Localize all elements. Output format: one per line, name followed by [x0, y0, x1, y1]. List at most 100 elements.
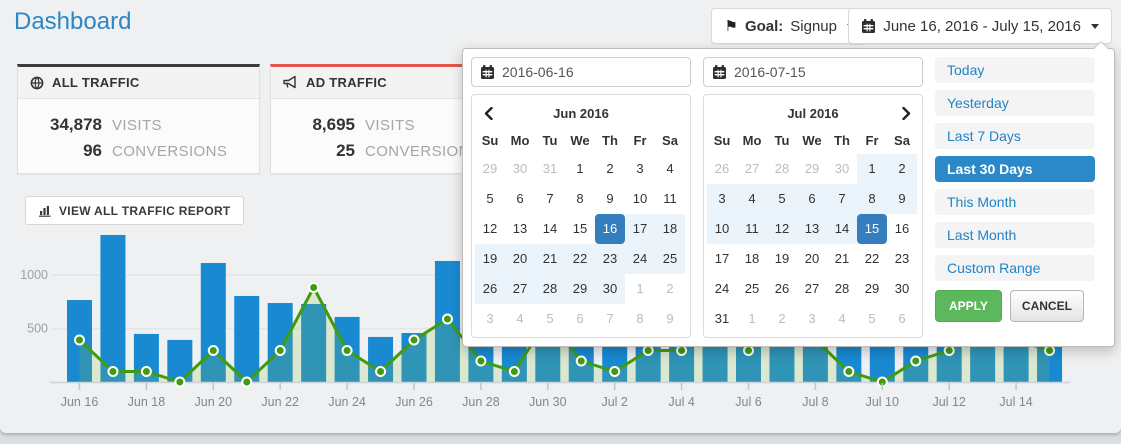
calendar-day-cell[interactable]: 28	[535, 274, 565, 304]
chart-point[interactable]	[1045, 346, 1054, 355]
chart-point[interactable]	[376, 367, 385, 376]
calendar-day-cell[interactable]: 5	[857, 304, 887, 334]
calendar-day-cell[interactable]: 8	[625, 304, 655, 334]
calendar-day-cell[interactable]: 12	[767, 214, 797, 244]
calendar-day-cell[interactable]: 8	[565, 184, 595, 214]
calendar-day-cell[interactable]: 18	[737, 244, 767, 274]
range-option-last-7-days[interactable]: Last 7 Days	[935, 123, 1095, 149]
calendar-day-cell[interactable]: 29	[857, 274, 887, 304]
calendar-day-cell[interactable]: 7	[827, 184, 857, 214]
range-option-today[interactable]: Today	[935, 57, 1095, 83]
calendar-day-cell[interactable]: 24	[707, 274, 737, 304]
calendar-day-cell[interactable]: 26	[707, 154, 737, 184]
calendar-day-cell[interactable]: 3	[797, 304, 827, 334]
calendar-day-cell[interactable]: 11	[737, 214, 767, 244]
chart-point[interactable]	[276, 346, 285, 355]
calendar-day-cell[interactable]: 27	[737, 154, 767, 184]
calendar-day-cell[interactable]: 16	[595, 214, 625, 244]
chart-point[interactable]	[744, 346, 753, 355]
chart-point[interactable]	[175, 378, 184, 387]
calendar-day-cell[interactable]: 4	[737, 184, 767, 214]
calendar-day-cell[interactable]: 4	[827, 304, 857, 334]
calendar-day-cell[interactable]: 13	[797, 214, 827, 244]
calendar-day-cell[interactable]: 24	[625, 244, 655, 274]
calendar-day-cell[interactable]: 23	[595, 244, 625, 274]
calendar-day-cell[interactable]: 5	[767, 184, 797, 214]
calendar-day-cell[interactable]: 2	[767, 304, 797, 334]
calendar-day-cell[interactable]: 3	[707, 184, 737, 214]
prev-month-button[interactable]	[475, 100, 501, 126]
range-option-yesterday[interactable]: Yesterday	[935, 90, 1095, 116]
calendar-day-cell[interactable]: 6	[797, 184, 827, 214]
chart-point[interactable]	[443, 315, 452, 324]
calendar-day-cell[interactable]: 25	[737, 274, 767, 304]
calendar-day-cell[interactable]: 21	[827, 244, 857, 274]
calendar-day-cell[interactable]: 18	[655, 214, 685, 244]
calendar-day-cell[interactable]: 30	[827, 154, 857, 184]
apply-button[interactable]: APPLY	[935, 290, 1002, 322]
chart-point[interactable]	[610, 367, 619, 376]
range-option-custom-range[interactable]: Custom Range	[935, 255, 1095, 281]
chart-point[interactable]	[343, 346, 352, 355]
date-range-button[interactable]: June 16, 2016 - July 15, 2016	[848, 8, 1112, 44]
calendar-day-cell[interactable]: 7	[595, 304, 625, 334]
calendar-day-cell[interactable]: 6	[887, 304, 917, 334]
calendar-day-cell[interactable]: 29	[797, 154, 827, 184]
calendar-day-cell[interactable]: 25	[655, 244, 685, 274]
calendar-day-cell[interactable]: 23	[887, 244, 917, 274]
calendar-day-cell[interactable]: 26	[767, 274, 797, 304]
calendar-day-cell[interactable]: 5	[475, 184, 505, 214]
calendar-day-cell[interactable]: 29	[475, 154, 505, 184]
start-date-input[interactable]	[472, 58, 690, 86]
calendar-day-cell[interactable]: 20	[797, 244, 827, 274]
chart-bar[interactable]	[100, 235, 125, 382]
calendar-day-cell[interactable]: 1	[857, 154, 887, 184]
calendar-day-cell[interactable]: 27	[797, 274, 827, 304]
range-option-last-30-days[interactable]: Last 30 Days	[935, 156, 1095, 182]
calendar-day-cell[interactable]: 13	[505, 214, 535, 244]
chart-point[interactable]	[677, 346, 686, 355]
calendar-day-cell[interactable]: 4	[505, 304, 535, 334]
calendar-day-cell[interactable]: 31	[707, 304, 737, 334]
calendar-day-cell[interactable]: 1	[737, 304, 767, 334]
calendar-day-cell[interactable]: 22	[565, 244, 595, 274]
calendar-day-cell[interactable]: 6	[565, 304, 595, 334]
chart-point[interactable]	[309, 283, 318, 292]
calendar-day-cell[interactable]: 7	[535, 184, 565, 214]
chart-point[interactable]	[75, 336, 84, 345]
chart-point[interactable]	[644, 346, 653, 355]
chart-point[interactable]	[209, 346, 218, 355]
cancel-button[interactable]: CANCEL	[1010, 290, 1084, 322]
calendar-day-cell[interactable]: 17	[707, 244, 737, 274]
goal-selector-button[interactable]: ⚑ Goal: Signup	[711, 8, 868, 44]
calendar-day-cell[interactable]: 1	[625, 274, 655, 304]
end-date-input[interactable]	[704, 58, 922, 86]
calendar-day-cell[interactable]: 15	[857, 214, 887, 244]
calendar-day-cell[interactable]: 4	[655, 154, 685, 184]
calendar-day-cell[interactable]: 14	[535, 214, 565, 244]
calendar-day-cell[interactable]: 14	[827, 214, 857, 244]
calendar-day-cell[interactable]: 2	[595, 154, 625, 184]
chart-point[interactable]	[844, 367, 853, 376]
calendar-day-cell[interactable]: 27	[505, 274, 535, 304]
calendar-day-cell[interactable]: 26	[475, 274, 505, 304]
calendar-day-cell[interactable]: 6	[505, 184, 535, 214]
calendar-day-cell[interactable]: 2	[655, 274, 685, 304]
calendar-day-cell[interactable]: 20	[505, 244, 535, 274]
range-option-last-month[interactable]: Last Month	[935, 222, 1095, 248]
calendar-day-cell[interactable]: 17	[625, 214, 655, 244]
calendar-day-cell[interactable]: 30	[505, 154, 535, 184]
calendar-day-cell[interactable]: 9	[655, 304, 685, 334]
next-month-button[interactable]	[893, 100, 919, 126]
chart-point[interactable]	[911, 357, 920, 366]
calendar-day-cell[interactable]: 10	[707, 214, 737, 244]
view-all-traffic-report-button[interactable]: VIEW ALL TRAFFIC REPORT	[25, 196, 244, 225]
calendar-day-cell[interactable]: 8	[857, 184, 887, 214]
calendar-day-cell[interactable]: 11	[655, 184, 685, 214]
chart-point[interactable]	[410, 336, 419, 345]
calendar-day-cell[interactable]: 3	[625, 154, 655, 184]
chart-point[interactable]	[476, 357, 485, 366]
chart-point[interactable]	[108, 367, 117, 376]
calendar-day-cell[interactable]: 1	[565, 154, 595, 184]
chart-point[interactable]	[142, 367, 151, 376]
